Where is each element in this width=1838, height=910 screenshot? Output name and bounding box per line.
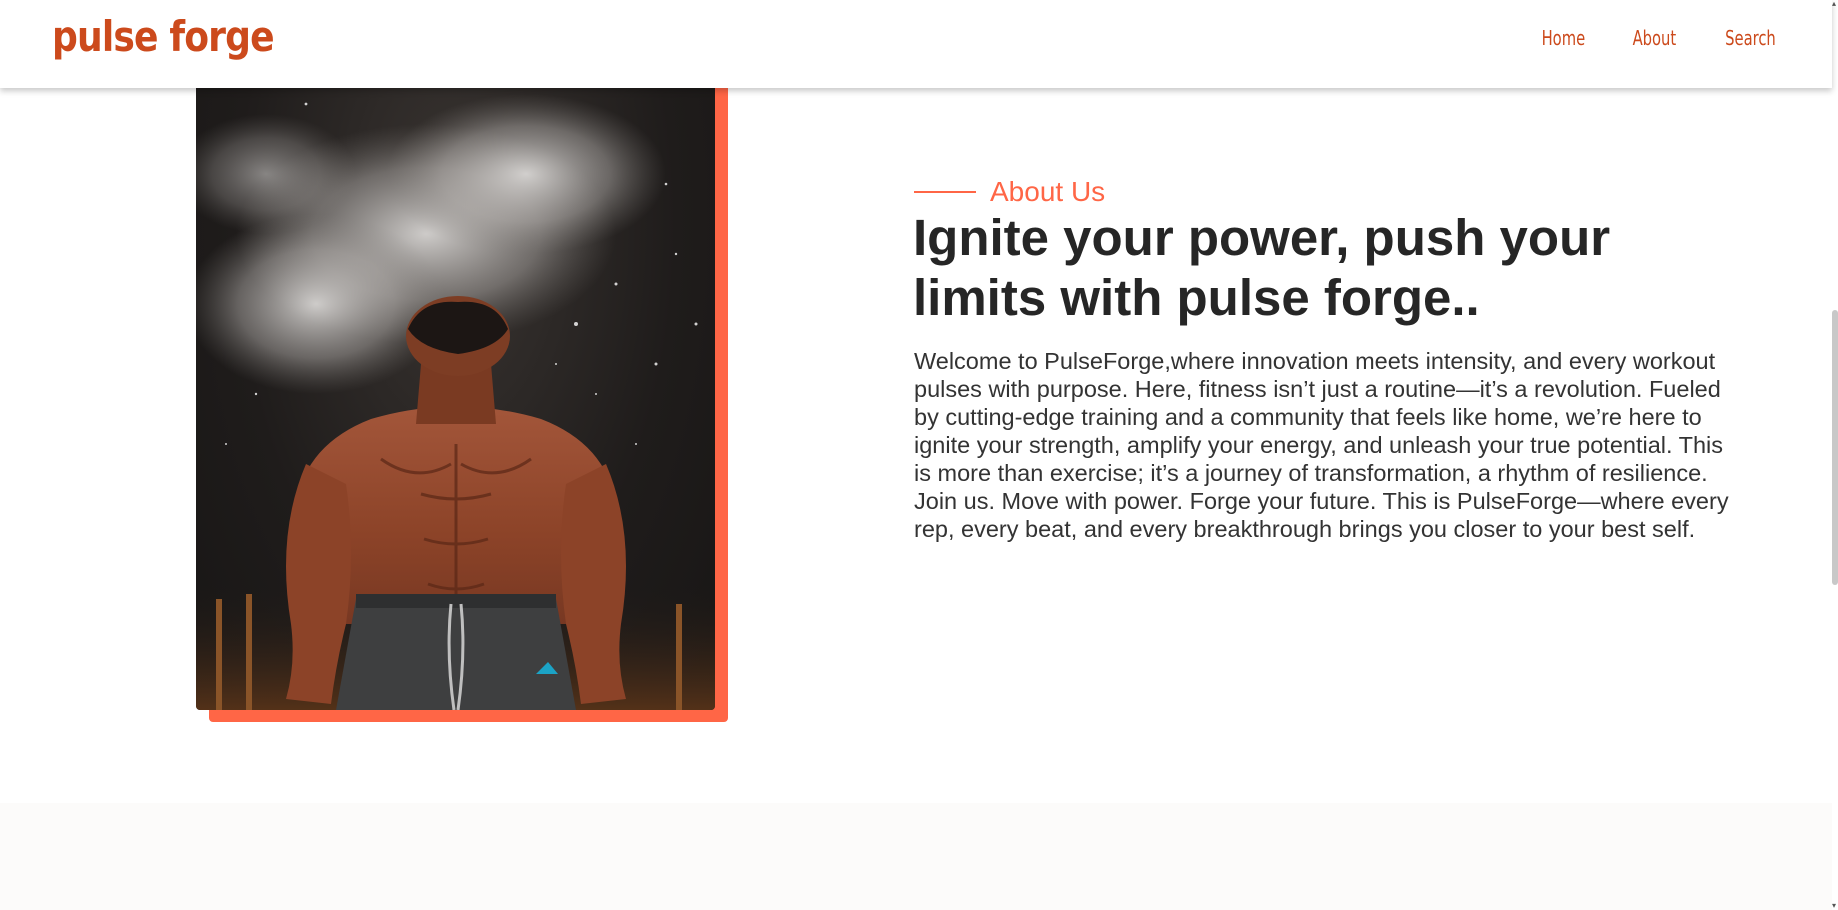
scroll-down-icon[interactable]: ▾ bbox=[1832, 902, 1838, 910]
bodybuilder-illustration bbox=[196, 94, 715, 710]
site-header: pulse forge Home About Search bbox=[0, 0, 1832, 88]
next-section-band bbox=[0, 803, 1832, 910]
page-scrollbar[interactable]: ▴ ▾ bbox=[1832, 0, 1838, 910]
nav-home-link[interactable]: Home bbox=[1541, 26, 1585, 50]
about-heading: Ignite your power, push your limits with… bbox=[913, 209, 1611, 326]
nav-about-link[interactable]: About bbox=[1633, 26, 1677, 50]
scroll-up-icon[interactable]: ▴ bbox=[1832, 0, 1838, 8]
eyebrow-label: About Us bbox=[990, 176, 1106, 207]
about-description: Welcome to PulseForge,where innovation m… bbox=[914, 348, 1729, 542]
main-nav: Home About Search bbox=[1494, 26, 1776, 50]
nav-search-link[interactable]: Search bbox=[1725, 26, 1776, 50]
eyebrow-divider bbox=[914, 191, 976, 193]
site-logo[interactable]: pulse forge bbox=[52, 12, 275, 61]
about-hero-image bbox=[196, 64, 715, 710]
scrollbar-thumb[interactable] bbox=[1832, 310, 1838, 585]
about-eyebrow: About Us bbox=[914, 176, 1105, 208]
